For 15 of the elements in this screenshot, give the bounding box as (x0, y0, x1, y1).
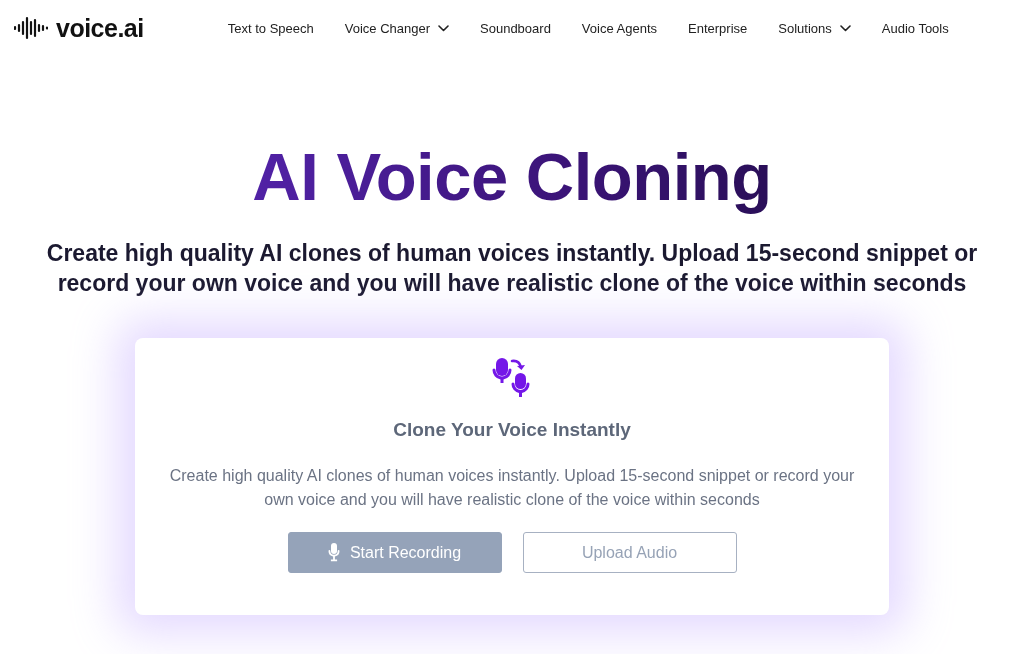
card-description: Create high quality AI clones of human voices instantly. Upload 15-second snippet or record your own voice and you will have realistic clone of the voice within seconds (168, 466, 856, 510)
nav-link[interactable]: Voice Agents (581, 20, 658, 36)
microphone-icon (327, 543, 340, 562)
card-title: Clone Your Voice Instantly (393, 418, 631, 442)
nav-link[interactable]: Enterprise (688, 20, 748, 36)
chevron-down-icon (839, 24, 851, 32)
nav-link[interactable]: Audio Tools (881, 20, 949, 36)
nav-link[interactable]: Text to Speech (227, 20, 314, 36)
page-subtitle: Create high quality AI clones of human voices instantly. Upload 15-second snippet or record your own voice and you will have realistic clone of the voice within seconds (45, 239, 979, 298)
nav-link[interactable]: Solutions (778, 20, 851, 36)
waveform-icon (14, 17, 48, 39)
nav-link[interactable]: Voice Changer (344, 20, 449, 36)
logo-text[interactable]: voice.ai (56, 13, 144, 43)
chevron-down-icon (438, 24, 449, 32)
nav-link[interactable]: Soundboard (480, 20, 551, 36)
